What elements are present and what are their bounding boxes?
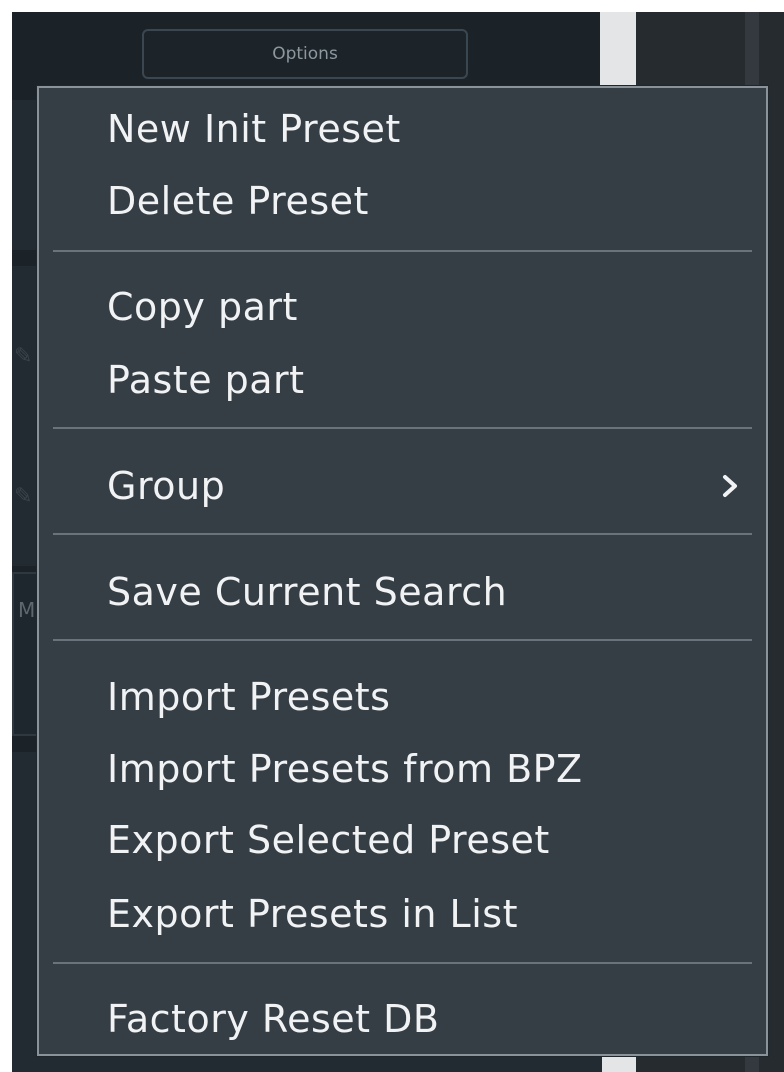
pencil-icon: ✎ bbox=[14, 344, 33, 369]
menu-separator bbox=[53, 427, 752, 429]
menu-separator bbox=[53, 533, 752, 535]
background-field-label: M bbox=[18, 598, 36, 622]
menu-item-label: Import Presets from BPZ bbox=[107, 747, 583, 791]
menu-item-label: Import Presets bbox=[107, 675, 391, 719]
menu-item-label: Export Presets in List bbox=[107, 892, 518, 936]
menu-item-import-presets[interactable]: Import Presets bbox=[39, 665, 766, 729]
chevron-right-icon bbox=[723, 475, 737, 497]
menu-item-factory-reset-db[interactable]: Factory Reset DB bbox=[39, 987, 766, 1051]
menu-item-label: New Init Preset bbox=[107, 107, 401, 151]
menu-item-label: Save Current Search bbox=[107, 570, 508, 614]
menu-separator bbox=[53, 250, 752, 252]
menu-item-label: Copy part bbox=[107, 285, 298, 329]
menu-item-label: Factory Reset DB bbox=[107, 997, 440, 1041]
menu-item-export-selected-preset[interactable]: Export Selected Preset bbox=[39, 808, 766, 872]
menu-item-delete-preset[interactable]: Delete Preset bbox=[39, 169, 766, 233]
menu-separator bbox=[53, 962, 752, 964]
menu-item-label: Group bbox=[107, 464, 226, 508]
menu-item-copy-part[interactable]: Copy part bbox=[39, 275, 766, 339]
menu-item-export-presets-in-list[interactable]: Export Presets in List bbox=[39, 882, 766, 946]
menu-item-label: Paste part bbox=[107, 358, 305, 402]
menu-item-group[interactable]: Group bbox=[39, 454, 766, 518]
options-button[interactable]: Options bbox=[142, 29, 468, 79]
pencil-icon: ✎ bbox=[14, 484, 33, 509]
menu-item-save-current-search[interactable]: Save Current Search bbox=[39, 560, 766, 624]
menu-item-label: Delete Preset bbox=[107, 179, 369, 223]
preset-options-context-menu: New Init Preset Delete Preset Copy part … bbox=[37, 86, 768, 1056]
menu-item-label: Export Selected Preset bbox=[107, 818, 550, 862]
menu-item-import-presets-from-bpz[interactable]: Import Presets from BPZ bbox=[39, 737, 766, 801]
menu-separator bbox=[53, 639, 752, 641]
menu-item-new-init-preset[interactable]: New Init Preset bbox=[39, 97, 766, 161]
menu-item-paste-part[interactable]: Paste part bbox=[39, 348, 766, 412]
background-field bbox=[12, 572, 38, 736]
